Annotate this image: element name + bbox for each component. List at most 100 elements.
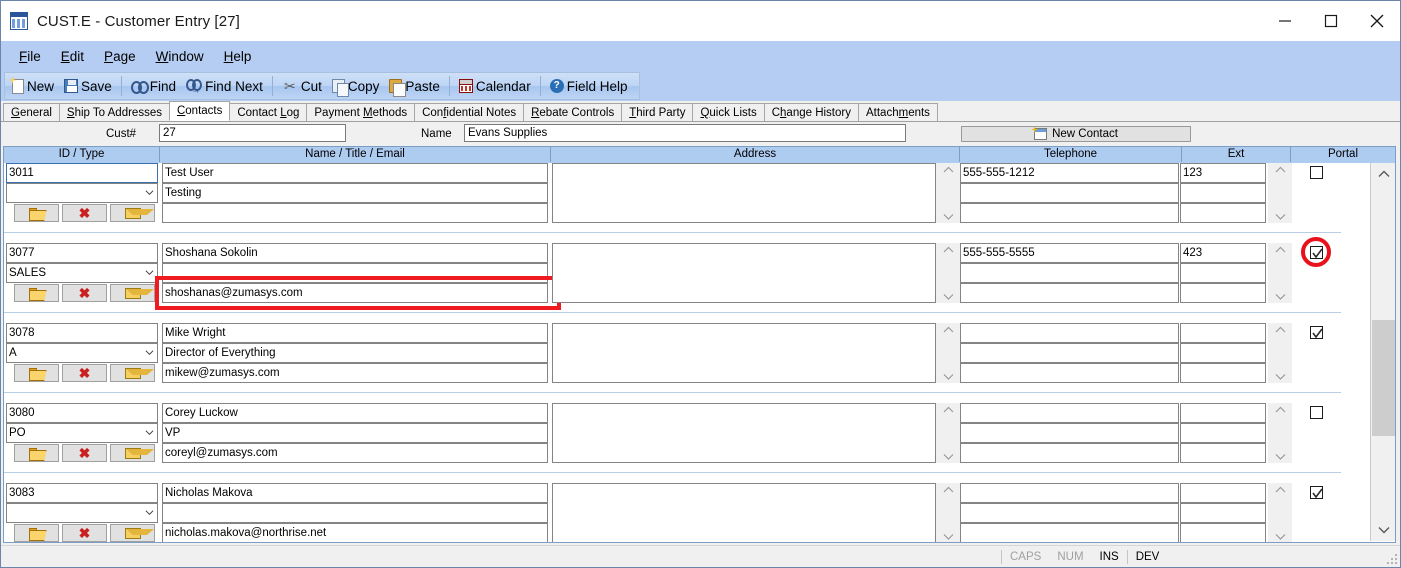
telephone-spinner[interactable] xyxy=(1268,483,1292,543)
contact-telephone-field[interactable] xyxy=(960,483,1179,503)
telephone-spinner[interactable] xyxy=(1268,403,1292,463)
contact-ext-field[interactable] xyxy=(1180,483,1266,503)
contact-telephone-field[interactable] xyxy=(960,403,1179,423)
column-header-id-type[interactable]: ID / Type xyxy=(4,147,160,162)
tab-third-party[interactable]: Third Party xyxy=(621,103,693,121)
contact-telephone-field[interactable]: 555-555-1212 xyxy=(960,163,1179,183)
email-button[interactable] xyxy=(110,204,155,222)
contact-email-field[interactable]: coreyl@zumasys.com xyxy=(162,443,548,463)
delete-button[interactable]: ✖ xyxy=(62,444,107,462)
contact-email-field[interactable] xyxy=(162,203,548,223)
contact-ext-field[interactable]: 423 xyxy=(1180,243,1266,263)
portal-checkbox[interactable] xyxy=(1310,166,1323,179)
column-header-telephone[interactable]: Telephone xyxy=(960,147,1182,162)
contact-name-field[interactable]: Test User xyxy=(162,163,548,183)
email-button[interactable] xyxy=(110,364,155,382)
contact-telephone-field-3[interactable] xyxy=(960,363,1179,383)
column-header-ext[interactable]: Ext xyxy=(1182,147,1291,162)
find-next-button[interactable]: → Find Next xyxy=(181,76,268,96)
contact-type-select[interactable] xyxy=(6,503,158,523)
maximize-icon[interactable] xyxy=(1308,1,1354,41)
address-spinner[interactable] xyxy=(936,163,960,223)
contact-telephone-field[interactable]: 555-555-5555 xyxy=(960,243,1179,263)
open-button[interactable] xyxy=(14,204,59,222)
open-button[interactable] xyxy=(14,524,59,542)
scroll-down-button[interactable] xyxy=(1371,519,1396,541)
menu-item-file[interactable]: File xyxy=(9,46,51,67)
contact-telephone-field-3[interactable] xyxy=(960,283,1179,303)
tab-general[interactable]: General xyxy=(3,103,60,121)
contact-telephone-field-2[interactable] xyxy=(960,263,1179,283)
tab-confidential-notes[interactable]: Confidential Notes xyxy=(414,103,524,121)
tab-quick-lists[interactable]: Quick Lists xyxy=(692,103,764,121)
contact-telephone-field-2[interactable] xyxy=(960,503,1179,523)
telephone-spinner[interactable] xyxy=(1268,163,1292,223)
grid-vertical-scrollbar[interactable] xyxy=(1370,163,1395,541)
menu-item-edit[interactable]: Edit xyxy=(51,46,94,67)
contact-ext-field-3[interactable] xyxy=(1180,363,1266,383)
contact-address-field[interactable] xyxy=(552,483,936,543)
new-contact-button[interactable]: New Contact xyxy=(961,126,1191,142)
contact-email-field[interactable]: nicholas.makova@northrise.net xyxy=(162,523,548,543)
contact-name-field[interactable]: Mike Wright xyxy=(162,323,548,343)
contact-ext-field-3[interactable] xyxy=(1180,523,1266,543)
contact-type-select[interactable] xyxy=(6,183,158,203)
address-spinner[interactable] xyxy=(936,483,960,543)
minimize-icon[interactable] xyxy=(1262,1,1308,41)
contact-title-field[interactable]: Director of Everything xyxy=(162,343,548,363)
menu-item-help[interactable]: Help xyxy=(214,46,262,67)
menu-item-page[interactable]: Page xyxy=(94,46,146,67)
contact-ext-field[interactable] xyxy=(1180,323,1266,343)
portal-checkbox[interactable] xyxy=(1310,406,1323,419)
new-button[interactable]: New xyxy=(5,77,59,96)
tab-contacts[interactable]: Contacts xyxy=(169,101,230,121)
contact-ext-field-2[interactable] xyxy=(1180,503,1266,523)
contact-address-field[interactable] xyxy=(552,403,936,463)
delete-button[interactable]: ✖ xyxy=(62,364,107,382)
contact-id-field[interactable]: 3080 xyxy=(6,403,158,423)
contact-email-field[interactable]: shoshanas@zumasys.com xyxy=(162,283,548,303)
open-button[interactable] xyxy=(14,444,59,462)
contact-address-field[interactable] xyxy=(552,323,936,383)
contact-ext-field-3[interactable] xyxy=(1180,443,1266,463)
contact-title-field[interactable] xyxy=(162,263,548,283)
contact-ext-field-2[interactable] xyxy=(1180,343,1266,363)
contact-type-select[interactable]: A xyxy=(6,343,158,363)
contact-telephone-field-3[interactable] xyxy=(960,523,1179,543)
find-button[interactable]: Find xyxy=(126,76,181,96)
contact-telephone-field-3[interactable] xyxy=(960,443,1179,463)
address-spinner[interactable] xyxy=(936,403,960,463)
portal-checkbox[interactable] xyxy=(1310,326,1323,339)
contact-type-select[interactable]: SALES xyxy=(6,263,158,283)
contact-telephone-field-2[interactable] xyxy=(960,183,1179,203)
contact-id-field[interactable]: 3077 xyxy=(6,243,158,263)
address-spinner[interactable] xyxy=(936,243,960,303)
contact-type-select[interactable]: PO xyxy=(6,423,158,443)
contact-email-field[interactable]: mikew@zumasys.com xyxy=(162,363,548,383)
cust-number-field[interactable]: 27 xyxy=(159,124,346,142)
email-button[interactable] xyxy=(110,444,155,462)
contact-name-field[interactable]: Shoshana Sokolin xyxy=(162,243,548,263)
contact-ext-field-3[interactable] xyxy=(1180,283,1266,303)
tab-rebate-controls[interactable]: Rebate Controls xyxy=(523,103,622,121)
open-button[interactable] xyxy=(14,364,59,382)
copy-button[interactable]: Copy xyxy=(327,77,385,96)
contact-id-field[interactable]: 3083 xyxy=(6,483,158,503)
contact-title-field[interactable]: VP xyxy=(162,423,548,443)
field-help-button[interactable]: ? Field Help xyxy=(545,77,633,96)
paste-button[interactable]: Paste xyxy=(384,77,445,96)
delete-button[interactable]: ✖ xyxy=(62,204,107,222)
contact-ext-field-2[interactable] xyxy=(1180,183,1266,203)
save-button[interactable]: Save xyxy=(59,77,117,96)
telephone-spinner[interactable] xyxy=(1268,243,1292,303)
resize-grip[interactable] xyxy=(1385,552,1397,564)
delete-button[interactable]: ✖ xyxy=(62,524,107,542)
contact-title-field[interactable]: Testing xyxy=(162,183,548,203)
contact-name-field[interactable]: Nicholas Makova xyxy=(162,483,548,503)
contact-name-field[interactable]: Corey Luckow xyxy=(162,403,548,423)
tab-payment-methods[interactable]: Payment Methods xyxy=(306,103,415,121)
column-header-portal[interactable]: Portal xyxy=(1291,147,1395,162)
customer-name-field[interactable]: Evans Supplies xyxy=(464,124,906,142)
contact-telephone-field-2[interactable] xyxy=(960,423,1179,443)
contact-ext-field-2[interactable] xyxy=(1180,423,1266,443)
